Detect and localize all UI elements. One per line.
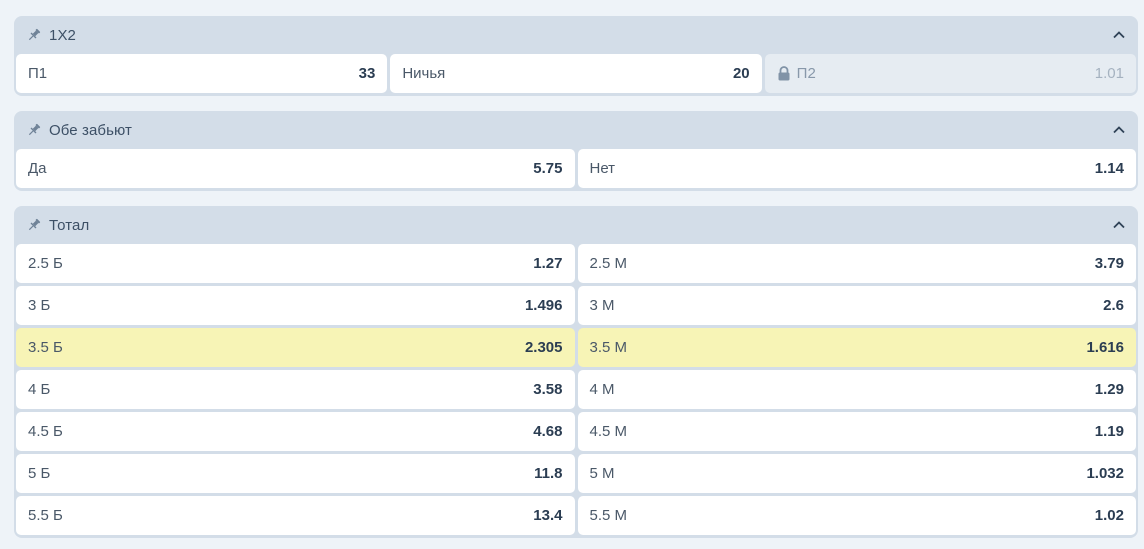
odds-cell-under[interactable]: 4 М 1.29 (577, 370, 1136, 409)
pin-icon[interactable] (26, 217, 42, 233)
odds-value: 1.14 (1094, 160, 1124, 177)
outcome-label: 5 Б (28, 465, 51, 482)
odds-cell-under[interactable]: 2.5 М 3.79 (577, 244, 1136, 283)
odds-cell-over[interactable]: 4.5 Б 4.68 (16, 412, 575, 451)
odds-row: 4 Б 3.58 4 М 1.29 (16, 370, 1136, 409)
odds-cell-under-highlighted[interactable]: 3.5 М 1.616 (577, 328, 1136, 367)
outcome-label: 3.5 М (589, 339, 628, 356)
market-header[interactable]: 1X2 (14, 16, 1138, 54)
odds-cell-yes[interactable]: Да 5.75 (16, 149, 575, 188)
pin-icon[interactable] (26, 27, 42, 43)
odds-row: П1 33 Ничья 20 П2 1.01 (16, 54, 1136, 93)
chevron-up-icon[interactable] (1112, 123, 1126, 137)
odds-cell-over[interactable]: 5 Б 11.8 (16, 454, 575, 493)
odds-row: 3.5 Б 2.305 3.5 М 1.616 (16, 328, 1136, 367)
odds-cell-over-highlighted[interactable]: 3.5 Б 2.305 (16, 328, 575, 367)
outcome-label: 3 М (589, 297, 615, 314)
odds-cell-p1[interactable]: П1 33 (16, 54, 388, 93)
odds-cell-draw[interactable]: Ничья 20 (390, 54, 762, 93)
odds-value: 1.616 (1086, 339, 1124, 356)
odds-cell-p2-locked: П2 1.01 (764, 54, 1136, 93)
market-title: 1X2 (49, 26, 76, 44)
outcome-label: 3.5 Б (28, 339, 63, 356)
odds-value: 3.58 (533, 381, 563, 398)
chevron-up-icon[interactable] (1112, 28, 1126, 42)
odds-value: 1.02 (1094, 507, 1124, 524)
odds-value: 2.6 (1103, 297, 1124, 314)
market-total: Тотал 2.5 Б 1.27 2.5 М 3.79 3 Б 1.496 3 … (14, 206, 1138, 538)
market-header[interactable]: Обе забьют (14, 111, 1138, 149)
outcome-label: 2.5 Б (28, 255, 63, 272)
odds-row: 3 Б 1.496 3 М 2.6 (16, 286, 1136, 325)
market-title: Тотал (49, 216, 90, 234)
odds-row: 5.5 Б 13.4 5.5 М 1.02 (16, 496, 1136, 535)
odds-value: 20 (732, 65, 750, 82)
outcome-label: 5.5 Б (28, 507, 63, 524)
odds-cell-under[interactable]: 4.5 М 1.19 (577, 412, 1136, 451)
lock-icon (777, 66, 791, 81)
odds-value: 5.75 (533, 160, 563, 177)
odds-cell-no[interactable]: Нет 1.14 (577, 149, 1136, 188)
odds-value: 1.19 (1094, 423, 1124, 440)
odds-value: 4.68 (533, 423, 563, 440)
outcome-label: П1 (28, 65, 48, 82)
odds-row: 5 Б 11.8 5 М 1.032 (16, 454, 1136, 493)
odds-value: 1.032 (1086, 465, 1124, 482)
odds-cell-over[interactable]: 3 Б 1.496 (16, 286, 575, 325)
odds-value: 1.496 (524, 297, 563, 314)
odds-cell-over[interactable]: 2.5 Б 1.27 (16, 244, 575, 283)
odds-value: 1.01 (1094, 65, 1124, 82)
odds-value: 13.4 (533, 507, 563, 524)
outcome-label: 5 М (589, 465, 615, 482)
chevron-up-icon[interactable] (1112, 218, 1126, 232)
odds-row: 2.5 Б 1.27 2.5 М 3.79 (16, 244, 1136, 283)
odds-row: 4.5 Б 4.68 4.5 М 1.19 (16, 412, 1136, 451)
outcome-label: 4.5 Б (28, 423, 63, 440)
market-title: Обе забьют (49, 121, 133, 139)
outcome-label: Ничья (402, 65, 446, 82)
outcome-label: 4 М (589, 381, 615, 398)
outcome-label: П2 (796, 65, 816, 82)
odds-row: Да 5.75 Нет 1.14 (16, 149, 1136, 188)
odds-value: 1.27 (533, 255, 563, 272)
market-header[interactable]: Тотал (14, 206, 1138, 244)
pin-icon[interactable] (26, 122, 42, 138)
odds-value: 11.8 (534, 465, 563, 482)
odds-cell-under[interactable]: 5.5 М 1.02 (577, 496, 1136, 535)
outcome-label: 4.5 М (589, 423, 628, 440)
odds-value: 1.29 (1094, 381, 1124, 398)
odds-cell-under[interactable]: 5 М 1.032 (577, 454, 1136, 493)
odds-cell-under[interactable]: 3 М 2.6 (577, 286, 1136, 325)
outcome-label: 4 Б (28, 381, 51, 398)
outcome-label: 2.5 М (589, 255, 628, 272)
market-both-score: Обе забьют Да 5.75 Нет 1.14 (14, 111, 1138, 191)
market-1x2: 1X2 П1 33 Ничья 20 П2 1.01 (14, 16, 1138, 96)
outcome-label: Нет (589, 160, 616, 177)
odds-value: 2.305 (524, 339, 563, 356)
odds-cell-over[interactable]: 5.5 Б 13.4 (16, 496, 575, 535)
outcome-label: 3 Б (28, 297, 51, 314)
outcome-label: Да (28, 160, 47, 177)
odds-cell-over[interactable]: 4 Б 3.58 (16, 370, 575, 409)
odds-value: 3.79 (1094, 255, 1124, 272)
outcome-label: 5.5 М (589, 507, 628, 524)
odds-value: 33 (358, 65, 376, 82)
